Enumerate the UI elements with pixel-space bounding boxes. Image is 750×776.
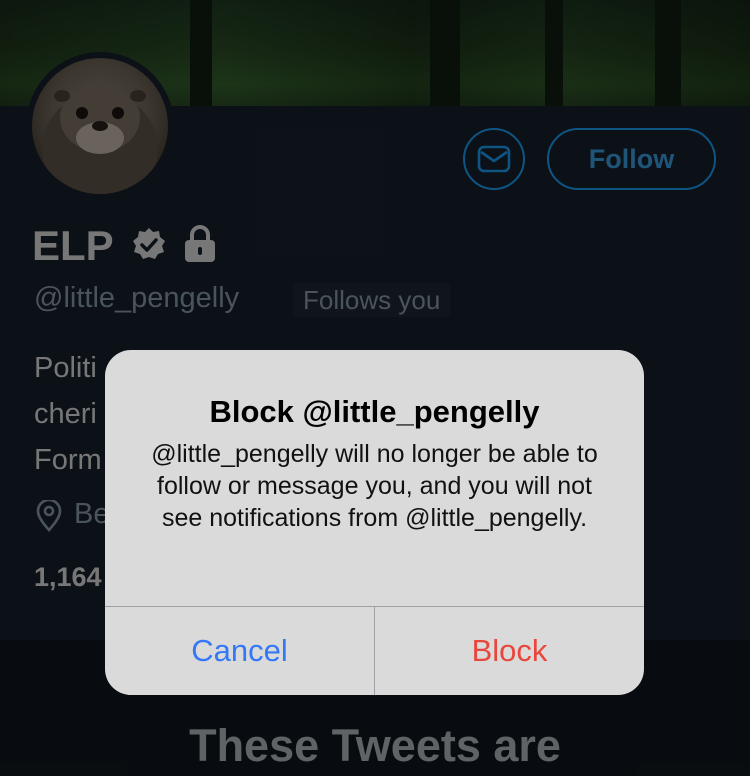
cancel-button[interactable]: Cancel (105, 607, 374, 695)
block-button[interactable]: Block (375, 607, 644, 695)
dialog-title: Block @little_pengelly (209, 394, 540, 429)
dialog-message: @little_pengelly will no longer be able … (151, 440, 598, 532)
